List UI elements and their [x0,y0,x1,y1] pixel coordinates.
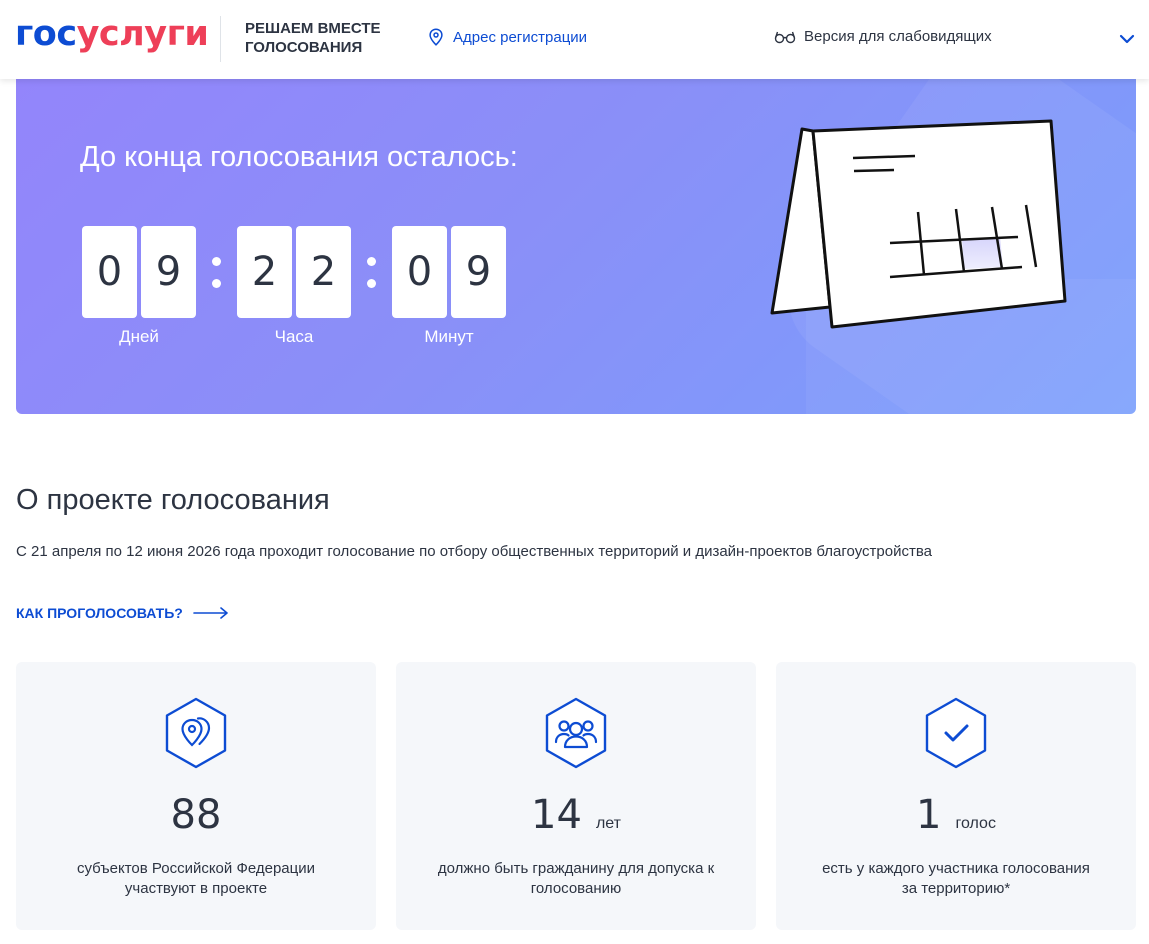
registration-address-label: Адрес регистрации [453,28,588,46]
glasses-icon [774,31,796,43]
fact-number: 14 [531,792,582,838]
how-to-vote-label: КАК ПРОГОЛОСОВАТЬ? [16,605,183,621]
fact-description: есть у каждого участника голосования за … [822,860,1090,897]
people-icon [545,697,607,769]
hours-label: Часа [274,327,314,346]
countdown-minutes: 0 9 Минут [392,226,506,347]
about-section-title: О проекте голосования [16,484,330,516]
days-digit: 0 [82,226,137,318]
fact-number: 88 [170,792,222,838]
countdown-banner: До конца голосования осталось: 0 9 Дней … [16,79,1136,414]
countdown-title: До конца голосования осталось: [80,141,518,173]
header-slogan: РЕШАЕМ ВМЕСТЕ ГОЛОСОВАНИЯ [245,20,381,56]
fact-description: субъектов Российской Федерации участвуют… [76,860,315,897]
low-vision-version-link[interactable]: Версия для слабовидящих [774,28,992,45]
registration-address-link[interactable]: Адрес регистрации [428,28,587,46]
countdown-timer: 0 9 Дней 2 2 Часа 0 9 Минут [82,226,506,347]
ballot-calendar-illustration [770,119,1067,329]
fact-card-regions: 88 субъектов Российской Федерации участв… [16,662,376,930]
fact-number-row: 1 голос [776,792,1136,838]
checkmark-icon [925,697,987,769]
location-pin-icon [429,28,443,46]
hours-digit: 2 [237,226,292,318]
project-facts: 88 субъектов Российской Федерации участв… [16,662,1136,930]
hours-digit: 2 [296,226,351,318]
header-divider [220,16,221,62]
fact-number: 1 [916,792,942,838]
fact-unit: лет [595,815,621,832]
timer-separator [196,226,237,318]
timer-separator [351,226,392,318]
days-digit: 9 [141,226,196,318]
days-label: Дней [119,327,159,346]
minutes-label: Минут [424,327,474,346]
fact-number-row: 88 [16,792,376,838]
arrow-right-icon [193,607,228,619]
fact-card-age: 14 лет должно быть гражданину для допуск… [396,662,756,930]
countdown-hours: 2 2 Часа [237,226,351,347]
fact-unit: голос [955,815,996,832]
how-to-vote-link[interactable]: КАК ПРОГОЛОСОВАТЬ? [16,605,229,621]
gosuslugi-logo[interactable]: госуслуги [15,14,209,54]
fact-number-row: 14 лет [396,792,756,838]
map-pin-icon [165,697,227,769]
chevron-down-icon[interactable] [1116,28,1138,50]
minutes-digit: 0 [392,226,447,318]
countdown-days: 0 9 Дней [82,226,196,347]
about-section-description: С 21 апреля по 12 июня 2026 года проходи… [16,543,932,560]
site-header: госуслуги РЕШАЕМ ВМЕСТЕ ГОЛОСОВАНИЯ Адре… [0,0,1149,79]
fact-description: должно быть гражданину для допуска к гол… [437,860,715,897]
logo-part-gos: гос [15,14,77,54]
fact-card-votes: 1 голос есть у каждого участника голосов… [776,662,1136,930]
low-vision-version-label: Версия для слабовидящих [804,28,992,45]
minutes-digit: 9 [451,226,506,318]
logo-part-uslugi: услуги [76,14,209,54]
